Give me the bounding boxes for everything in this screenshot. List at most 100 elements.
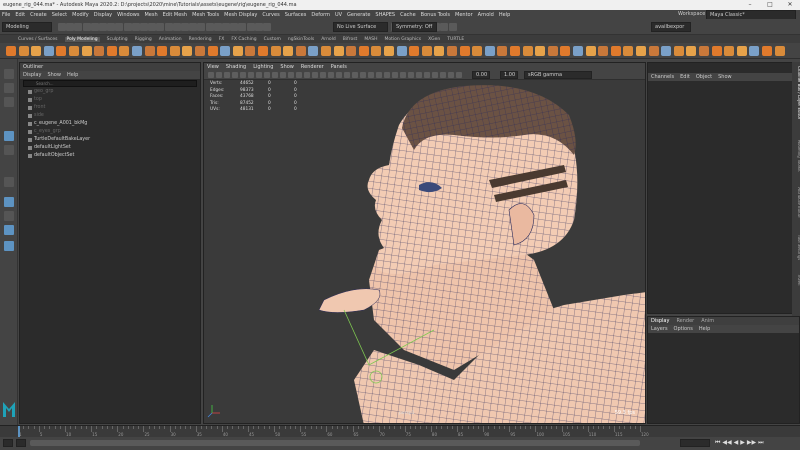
status-tool-icon[interactable] [197,23,206,31]
status-tool-icon[interactable] [213,23,222,31]
shelf-tool-icon[interactable] [724,46,735,56]
start-frame-field[interactable] [3,439,13,447]
shelf-tool-icon[interactable] [169,46,180,56]
user-login[interactable]: availbexpor [651,22,691,32]
menu-item-mesh-display[interactable]: Mesh Display [224,12,257,18]
shelf-tool-icon[interactable] [497,46,508,56]
outliner-menu-help[interactable]: Help [67,72,78,78]
shelf-tab-curves-surfaces[interactable]: Curves / Surfaces [18,37,58,42]
shelf-tool-icon[interactable] [220,46,231,56]
shelf-tool-icon[interactable] [69,46,79,56]
shelf-tab-sculpting[interactable]: Sculpting [107,37,128,42]
shelf-tab-bifrost[interactable]: Bifrost [343,37,358,42]
outliner-item[interactable]: defaultLightSet [20,144,200,152]
channel-menu-show[interactable]: Show [718,74,732,80]
shelf-tool-icon[interactable] [245,46,256,56]
menu-item-mesh-tools[interactable]: Mesh Tools [192,12,219,18]
paint-select-icon[interactable] [4,97,14,107]
select-tool-icon[interactable] [4,69,14,79]
status-tool-icon[interactable] [254,23,263,31]
viewport-tool-icon[interactable] [256,72,262,78]
layer-tab-anim[interactable]: Anim [701,318,714,324]
viewport-menu-panels[interactable]: Panels [331,64,347,70]
shelf-tool-icon[interactable] [762,46,772,56]
outliner-item[interactable]: c_eyes_grp [20,128,200,136]
outliner-item[interactable]: geo_grp [20,88,200,96]
shelf-tool-icon[interactable] [547,46,558,56]
viewport-menu-renderer[interactable]: Renderer [301,64,324,70]
channel-menu-channels[interactable]: Channels [651,74,674,80]
viewport-tool-icon[interactable] [208,72,214,78]
status-tool-icon[interactable] [181,23,189,31]
viewport-menu-view[interactable]: View [207,64,219,70]
status-tool-icon[interactable] [172,23,181,31]
last-tool-icon[interactable] [4,177,14,187]
viewport-menu-shading[interactable]: Shading [226,64,246,70]
shelf-tool-icon[interactable] [358,46,369,56]
outliner-item[interactable]: c_eugene_A001_bkMg [20,120,200,128]
menu-item-uv[interactable]: UV [335,12,342,18]
single-view-icon[interactable] [4,197,14,207]
lasso-tool-icon[interactable] [4,83,14,93]
viewport-tool-icon[interactable] [392,72,398,78]
shelf-tab-fx-caching[interactable]: FX Caching [231,37,256,42]
menu-item-surfaces[interactable]: Surfaces [285,12,307,18]
status-tool-icon[interactable] [148,23,157,31]
outliner-search-input[interactable]: Search... [23,80,197,87]
shelf-tool-icon[interactable] [18,46,29,56]
symmetry-select[interactable]: Symmetry: Off [392,22,437,32]
viewport-tool-icon[interactable] [416,72,422,78]
menu-item-generate[interactable]: Generate [347,12,370,18]
move-tool-icon[interactable] [4,131,14,141]
shelf-tab-motion-graphics[interactable]: Motion Graphics [385,37,422,42]
outliner-item[interactable]: defaultObjectSet [20,152,200,160]
menu-item-deform[interactable]: Deform [311,12,330,18]
viewport-tool-icon[interactable] [352,72,358,78]
shelf-tool-icon[interactable] [384,46,394,56]
menu-item-mesh[interactable]: Mesh [144,12,157,18]
shelf-tool-icon[interactable] [81,46,92,56]
shelf-tool-icon[interactable] [94,46,105,56]
shelf-tool-icon[interactable] [421,46,432,56]
shelf-tool-icon[interactable] [144,46,155,56]
viewport-tool-icon[interactable] [448,72,454,78]
shelf-tool-icon[interactable] [270,46,281,56]
shelf-tool-icon[interactable] [686,46,697,56]
status-tool-icon[interactable] [107,23,116,31]
shelf-tool-icon[interactable] [484,46,495,56]
menu-item-edit[interactable]: Edit [15,12,25,18]
shelf-tool-icon[interactable] [434,46,445,56]
mode-select[interactable]: Modeling [2,22,52,32]
shelf-tool-icon[interactable] [283,46,294,56]
viewport-tool-icon[interactable] [400,72,406,78]
shelf-tab-poly-modeling[interactable]: Poly Modeling [64,36,100,42]
viewport-tool-icon[interactable] [248,72,254,78]
shelf-tool-icon[interactable] [333,46,344,56]
status-tool-icon[interactable] [99,23,107,31]
minimize-button[interactable]: – [740,0,760,10]
status-tool-icon[interactable] [222,23,230,31]
shelf-tool-icon[interactable] [157,46,168,56]
shelf-tab-custom[interactable]: Custom [264,37,281,42]
menu-item-file[interactable]: File [2,12,10,18]
viewport-menu-show[interactable]: Show [280,64,294,70]
shelf-tool-icon[interactable] [711,46,722,56]
viewport-tool-icon[interactable] [328,72,334,78]
shelf-tool-icon[interactable] [396,46,407,56]
gamma-field[interactable]: 1.00 [500,71,518,79]
shelf-tool-icon[interactable] [749,46,760,56]
range-start-field[interactable] [16,439,26,447]
viewport-scene[interactable] [204,80,646,424]
shelf-tool-icon[interactable] [195,46,205,56]
shelf-tool-icon[interactable] [409,46,420,56]
viewport-panel[interactable]: View Shading Lighting Show Renderer Panels 0.… [203,62,646,424]
colorspace-select[interactable]: sRGB gamma [524,71,592,79]
shelf-tab-mash[interactable]: MASH [364,37,377,42]
layer-menu-help[interactable]: Help [699,326,710,332]
shelf-tool-icon[interactable] [472,46,483,56]
menu-item-mentor[interactable]: Mentor [455,12,473,18]
shelf-tool-icon[interactable] [31,46,42,56]
menu-item-display[interactable]: Display [94,12,112,18]
shelf-tab-animation[interactable]: Animation [159,37,182,42]
viewport-tool-icon[interactable] [240,72,246,78]
